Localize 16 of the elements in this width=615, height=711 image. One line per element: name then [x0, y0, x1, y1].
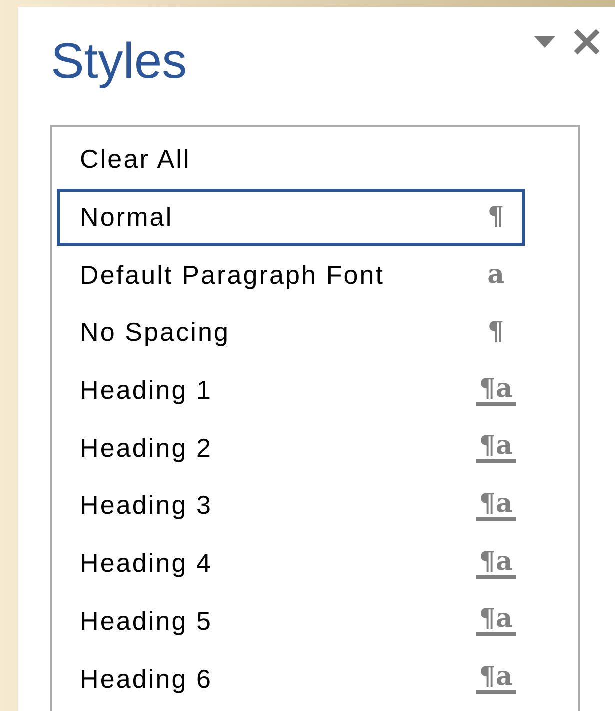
- paragraph-style-icon: ¶: [476, 313, 516, 352]
- style-item[interactable]: Heading 6 ¶a: [57, 650, 525, 708]
- style-item[interactable]: Normal ¶: [57, 188, 525, 246]
- style-item[interactable]: Heading 3 ¶a: [57, 477, 525, 535]
- character-style-icon: a: [476, 256, 516, 295]
- paragraph-style-icon: ¶: [476, 198, 516, 238]
- style-item[interactable]: Default Paragraph Font a: [57, 246, 525, 304]
- close-icon[interactable]: [573, 28, 601, 56]
- style-item[interactable]: Heading 4 ¶a: [57, 534, 525, 592]
- style-item[interactable]: Clear All: [57, 131, 525, 189]
- style-item[interactable]: Heading 5 ¶a: [57, 592, 525, 650]
- style-item[interactable]: Heading 1 ¶a: [57, 362, 525, 420]
- style-item[interactable]: Heading 2 ¶a: [57, 419, 525, 478]
- pane-title: Styles: [51, 32, 188, 90]
- dropdown-arrow-icon[interactable]: [533, 35, 557, 49]
- style-item[interactable]: No Spacing ¶: [57, 304, 525, 362]
